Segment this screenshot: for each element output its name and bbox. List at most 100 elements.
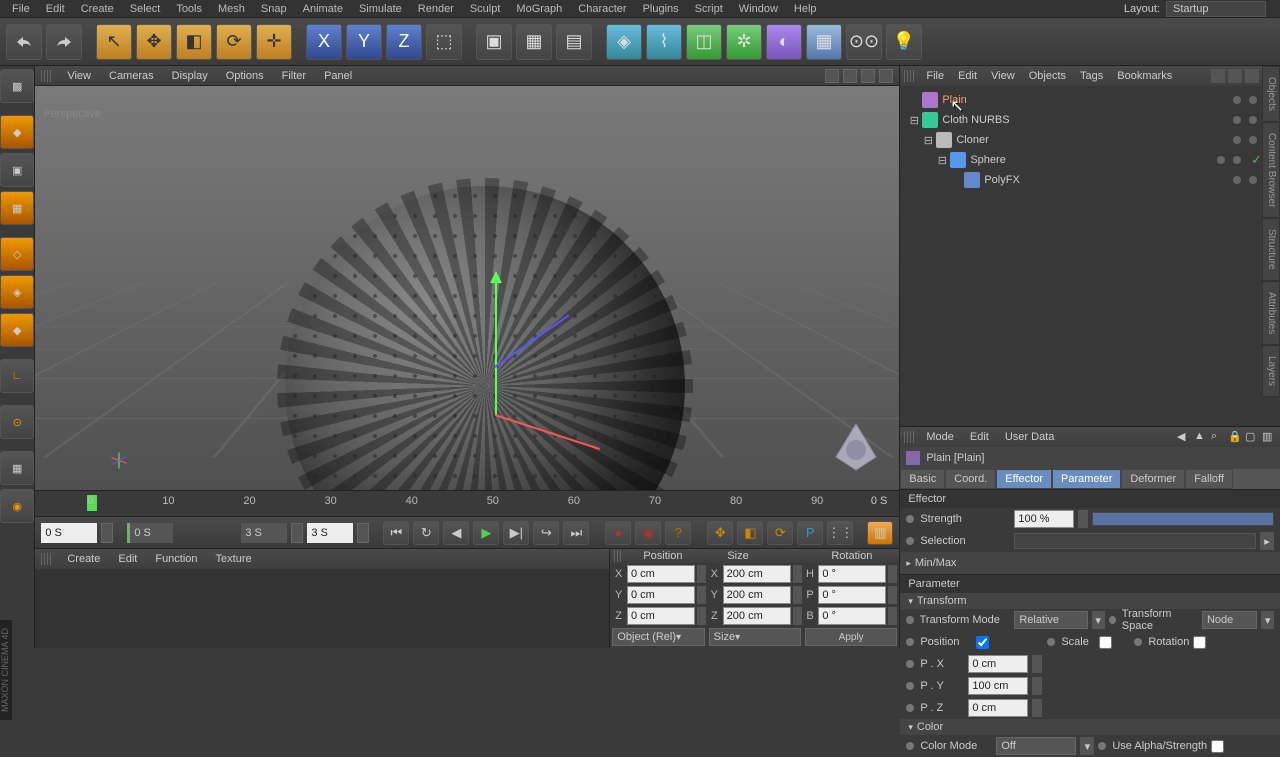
coord-apply-button[interactable]: Apply [805,628,897,646]
attr-nav-back-icon[interactable]: ◀ [1177,430,1191,444]
texture-mode-button[interactable]: ▣ [0,153,34,187]
menu-plugins[interactable]: Plugins [635,1,687,17]
layer-dot-icon[interactable] [1233,176,1241,184]
anim-dot-icon[interactable] [906,742,914,750]
use-alpha-checkbox[interactable] [1211,740,1224,753]
locked-workplane-button[interactable]: ▦ [0,451,34,485]
next-frame-button[interactable]: ▶| [503,521,529,545]
size-field[interactable] [723,586,791,604]
hierarchy-item[interactable]: ⊟ Cloth NURBS [902,110,1278,130]
menu-window[interactable]: Window [731,1,786,17]
anim-dot-icon[interactable] [906,682,914,690]
material-list[interactable] [35,569,609,648]
layer-dot-icon[interactable] [1249,136,1257,144]
light-button[interactable]: 💡 [886,24,922,60]
attr-tab[interactable]: Basic [900,469,945,489]
menu-animate[interactable]: Animate [295,1,351,17]
key-scale-button[interactable]: ◧ [737,521,763,545]
environment-button[interactable]: ▦ [806,24,842,60]
menu-render[interactable]: Render [410,1,462,17]
hierarchy-item[interactable]: ⊟ Sphere [902,150,1278,170]
vp-nav-zoom-icon[interactable] [843,69,857,83]
spinner-icon[interactable] [697,586,706,604]
coord-system-button[interactable]: ⬚ [426,24,462,60]
spinner-icon[interactable] [793,565,802,583]
key-pla-button[interactable]: ⋮⋮ [827,521,853,545]
px-field[interactable] [968,655,1028,673]
anim-dot-icon[interactable] [906,537,914,545]
render-region-button[interactable]: ▦ [516,24,552,60]
attr-tab[interactable]: Parameter [1052,469,1121,489]
current-frame-field[interactable]: 0 S [41,523,97,543]
layer-dot-icon[interactable] [1249,116,1257,124]
position-field[interactable] [627,565,695,583]
anim-dot-icon[interactable] [906,660,914,668]
mat-menu-texture[interactable]: Texture [208,551,260,567]
spline-button[interactable]: ⌇ [646,24,682,60]
coord-size-dropdown[interactable]: Size ▾ [709,628,801,646]
layer-dot-icon[interactable] [1233,136,1241,144]
selection-picker-icon[interactable]: ▸ [1260,532,1274,550]
strength-slider[interactable] [1092,512,1274,526]
anim-dot-icon[interactable] [906,704,914,712]
perspective-viewport[interactable]: Perspective [35,86,899,490]
om-menu-file[interactable]: File [920,68,950,84]
record-key-button[interactable]: ● [605,521,631,545]
attr-tab[interactable]: Coord. [945,469,996,489]
minmax-label[interactable]: Min/Max [915,557,1005,569]
menu-help[interactable]: Help [786,1,825,17]
dropdown-arrow-icon[interactable]: ▾ [1080,737,1094,755]
attr-tab[interactable]: Deformer [1121,469,1185,489]
attr-menu-mode[interactable]: Mode [918,429,962,445]
prev-frame-button[interactable]: ◀ [443,521,469,545]
edge-mode-button[interactable]: ◈ [0,275,34,309]
mat-menu-create[interactable]: Create [59,551,108,567]
hierarchy-item[interactable]: ⊟ Cloner [902,130,1278,150]
layer-dot-icon[interactable] [1249,96,1257,104]
om-home-icon[interactable] [1228,69,1242,83]
expand-toggle[interactable]: ⊟ [908,114,920,127]
scale-checkbox[interactable] [1099,636,1112,649]
spinner-icon[interactable] [1078,510,1088,528]
sidetab-objects[interactable]: Objects [1262,66,1280,122]
anim-dot-icon[interactable] [906,515,914,523]
spinner-icon[interactable] [888,586,897,604]
dropdown-arrow-icon[interactable]: ▾ [1092,611,1105,629]
attr-tab[interactable]: Effector [996,469,1052,489]
last-tool-button[interactable]: ✛ [256,24,292,60]
layer-dot-icon[interactable] [1233,156,1241,164]
sidetab-attributes[interactable]: Attributes [1262,281,1280,345]
menu-file[interactable]: File [4,1,38,17]
vp-menu-filter[interactable]: Filter [274,68,314,84]
layout-dropdown[interactable]: Startup [1166,1,1266,17]
expand-toggle[interactable]: ⊟ [936,154,948,167]
vp-menu-panel[interactable]: Panel [316,68,360,84]
model-mode-button[interactable]: ◆ [0,115,34,149]
scale-tool-button[interactable]: ◧ [176,24,212,60]
mat-menu-function[interactable]: Function [147,551,205,567]
hierarchy-item[interactable]: PolyFX [902,170,1278,190]
menu-script[interactable]: Script [687,1,731,17]
loop-button[interactable]: ↻ [413,521,439,545]
rotation-checkbox[interactable] [1193,636,1206,649]
spinner-icon[interactable] [888,565,897,583]
navigation-compass-icon[interactable] [831,422,881,472]
om-eye-icon[interactable] [1245,69,1259,83]
transform-subsection[interactable]: Transform [900,593,1280,609]
position-field[interactable] [627,607,695,625]
attr-menu-userdata[interactable]: User Data [997,429,1063,445]
undo-button[interactable] [6,24,42,60]
vp-menu-options[interactable]: Options [218,68,272,84]
position-field[interactable] [627,586,695,604]
om-menu-tags[interactable]: Tags [1074,68,1109,84]
spinner-icon[interactable] [1032,655,1042,673]
om-menu-objects[interactable]: Objects [1023,68,1072,84]
axis-mode-button[interactable]: ∟ [0,359,34,393]
workplane-button[interactable]: ▦ [0,191,34,225]
mograph-button[interactable]: ✲ [726,24,762,60]
menu-select[interactable]: Select [122,1,169,17]
attr-menu-edit[interactable]: Edit [962,429,997,445]
spinner-icon[interactable] [697,607,706,625]
position-checkbox[interactable] [976,636,989,649]
spinner-icon[interactable] [888,607,897,625]
